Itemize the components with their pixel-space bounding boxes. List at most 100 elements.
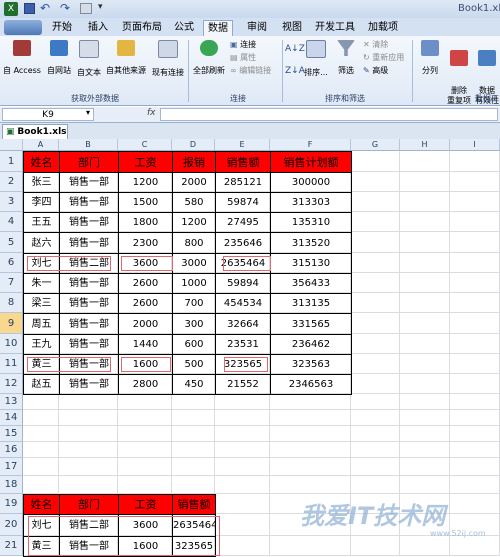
table1-cell[interactable]: 2600	[118, 273, 173, 294]
table1-cell[interactable]: 27495	[215, 212, 271, 233]
table1-cell[interactable]: 285121	[215, 172, 271, 193]
table1-cell[interactable]: 1500	[118, 192, 173, 213]
row-header-9[interactable]: 9	[0, 313, 23, 334]
redo-icon[interactable]: ↷	[60, 1, 70, 15]
column-header-d[interactable]: D	[172, 139, 215, 151]
table1-cell[interactable]: 313303	[270, 192, 352, 213]
row-header-19[interactable]: 19	[0, 494, 23, 514]
column-header-f[interactable]: F	[270, 139, 351, 151]
table1-cell[interactable]: 236462	[270, 334, 352, 355]
table1-cell[interactable]: 销售一部	[59, 192, 119, 213]
table1-cell[interactable]: 销售一部	[59, 212, 119, 233]
table1-cell[interactable]: 1200	[118, 172, 173, 193]
table1-cell[interactable]: 454534	[215, 293, 271, 314]
table1-cell[interactable]: 800	[172, 232, 216, 254]
qat-dropdown-icon[interactable]: ▾	[98, 2, 103, 12]
tab-view[interactable]: 视图	[278, 20, 306, 36]
excel-logo-icon[interactable]: X	[4, 2, 18, 16]
table1-cell[interactable]: 323563	[270, 354, 352, 375]
table1-cell[interactable]: 张三	[23, 172, 60, 193]
worksheet-grid[interactable]: A B C D E F G H I 1 2 3 4 5 6 7 8 9 10 11 12 13 14 15 16 17 18 19 20…	[0, 139, 500, 557]
table1-cell[interactable]: 500	[172, 354, 216, 375]
tab-addins[interactable]: 加载项	[364, 20, 402, 36]
row-header-2[interactable]: 2	[0, 172, 23, 192]
from-access-button[interactable]: 自 Access	[2, 40, 42, 76]
table1-cell[interactable]: 2800	[118, 374, 173, 395]
table1-cell[interactable]: 销售一部	[59, 232, 119, 254]
table1-cell[interactable]: 销售一部	[59, 293, 119, 314]
table1-cell[interactable]: 313520	[270, 232, 352, 254]
table1-cell[interactable]: 32664	[215, 313, 271, 335]
table1-cell[interactable]: 59874	[215, 192, 271, 213]
row-header-12[interactable]: 12	[0, 374, 23, 394]
table1-cell[interactable]: 2000	[118, 313, 173, 335]
table1-cell[interactable]: 331565	[270, 313, 352, 335]
row-header-14[interactable]: 14	[0, 410, 23, 426]
row-header-16[interactable]: 16	[0, 442, 23, 458]
table1-cell[interactable]: 1000	[172, 273, 216, 294]
fx-icon[interactable]: fx	[147, 108, 156, 118]
filter-button[interactable]: 筛选	[333, 40, 359, 76]
table1-cell[interactable]: 王九	[23, 334, 60, 355]
row-header-11[interactable]: 11	[0, 354, 23, 374]
column-header-b[interactable]: B	[59, 139, 118, 151]
column-header-i[interactable]: I	[450, 139, 500, 151]
table1-cell[interactable]: 梁三	[23, 293, 60, 314]
tab-review[interactable]: 审阅	[243, 20, 271, 36]
table1-cell[interactable]: 2300	[118, 232, 173, 254]
table1-cell[interactable]: 1200	[172, 212, 216, 233]
table1-header-cell[interactable]: 报销	[172, 151, 216, 173]
table1-header-cell[interactable]: 部门	[59, 151, 119, 173]
row-header-4[interactable]: 4	[0, 212, 23, 232]
row-header-15[interactable]: 15	[0, 426, 23, 442]
row-header-3[interactable]: 3	[0, 192, 23, 212]
table1-cell[interactable]: 135310	[270, 212, 352, 233]
table1-cell[interactable]: 赵六	[23, 232, 60, 254]
save-icon[interactable]	[24, 3, 35, 14]
table1-header-cell[interactable]: 销售计划额	[270, 151, 352, 173]
row-header-6[interactable]: 6	[0, 253, 23, 273]
row-header-18[interactable]: 18	[0, 476, 23, 494]
row-header-21[interactable]: 21	[0, 536, 23, 556]
name-box[interactable]: K9	[2, 108, 94, 121]
table1-header-cell[interactable]: 销售额	[215, 151, 271, 173]
advanced-filter-button[interactable]: ✎ 高级	[363, 66, 388, 76]
table1-cell[interactable]: 300	[172, 313, 216, 335]
print-preview-icon[interactable]	[80, 3, 92, 14]
row-header-17[interactable]: 17	[0, 458, 23, 476]
row-header-1[interactable]: 1	[0, 151, 23, 172]
row-header-8[interactable]: 8	[0, 293, 23, 313]
table1-cell[interactable]: 销售一部	[59, 374, 119, 395]
table1-cell[interactable]: 450	[172, 374, 216, 395]
table1-cell[interactable]: 235646	[215, 232, 271, 254]
office-button[interactable]	[4, 20, 42, 35]
name-box-dropdown-icon[interactable]: ▾	[86, 108, 90, 117]
table1-cell[interactable]: 销售一部	[59, 313, 119, 335]
table1-cell[interactable]: 2000	[172, 172, 216, 193]
table1-cell[interactable]: 销售一部	[59, 334, 119, 355]
row-header-20[interactable]: 20	[0, 514, 23, 536]
column-header-e[interactable]: E	[215, 139, 270, 151]
table2-header-cell[interactable]: 姓名	[23, 494, 60, 515]
table1-cell[interactable]: 21552	[215, 374, 271, 395]
from-web-button[interactable]: 自网站	[44, 40, 74, 76]
row-header-5[interactable]: 5	[0, 232, 23, 253]
table1-cell[interactable]: 周五	[23, 313, 60, 335]
tab-data[interactable]: 数据	[203, 20, 233, 37]
table1-cell[interactable]: 销售一部	[59, 273, 119, 294]
table1-cell[interactable]: 580	[172, 192, 216, 213]
from-text-button[interactable]: 自文本	[74, 40, 104, 78]
table1-cell[interactable]: 2600	[118, 293, 173, 314]
table1-cell[interactable]: 313135	[270, 293, 352, 314]
table1-cell[interactable]: 1440	[118, 334, 173, 355]
tab-page-layout[interactable]: 页面布局	[118, 20, 166, 36]
tab-formulas[interactable]: 公式	[170, 20, 198, 36]
table1-cell[interactable]: 300000	[270, 172, 352, 193]
column-header-a[interactable]: A	[23, 139, 59, 151]
tab-insert[interactable]: 插入	[84, 20, 112, 36]
table1-cell[interactable]: 23531	[215, 334, 271, 355]
tab-home[interactable]: 开始	[48, 20, 76, 36]
select-all-corner[interactable]	[0, 139, 23, 151]
table2-header-cell[interactable]: 销售额	[172, 494, 216, 515]
data-validation-button[interactable]: 数据 有效性	[474, 40, 500, 116]
